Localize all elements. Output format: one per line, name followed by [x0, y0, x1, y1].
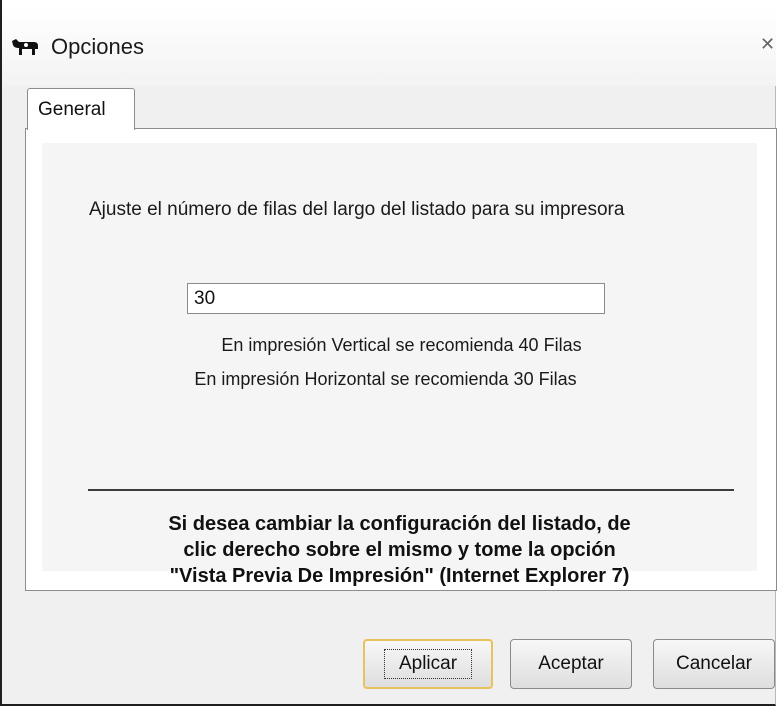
apply-button-label: Aplicar	[383, 649, 473, 679]
print-preview-note: Si desea cambiar la configuración del li…	[42, 511, 757, 589]
divider	[88, 489, 734, 491]
note-line-1: Si desea cambiar la configuración del li…	[168, 513, 631, 535]
cow-icon	[12, 39, 38, 55]
apply-button[interactable]: Aplicar	[363, 639, 493, 689]
cancel-button[interactable]: Cancelar	[653, 639, 775, 689]
close-icon[interactable]: ✕	[760, 34, 775, 55]
tab-general-label: General	[38, 99, 106, 120]
window-title: Opciones	[51, 34, 144, 59]
title-bar[interactable]: Opciones ✕	[2, 0, 776, 86]
hint-vertical: En impresión Vertical se recomienda 40 F…	[221, 335, 582, 355]
note-line-2: clic derecho sobre el mismo y tome la op…	[183, 539, 616, 561]
note-line-3: "Vista Previa De Impresión" (Internet Ex…	[169, 565, 630, 587]
tab-panel: Ajuste el número de filas del largo del …	[25, 128, 777, 591]
hint-horizontal: En impresión Horizontal se recomienda 30…	[194, 369, 577, 389]
instruction-text: Ajuste el número de filas del largo del …	[89, 199, 625, 220]
tab-general[interactable]: General	[27, 88, 135, 130]
ok-button[interactable]: Aceptar	[510, 639, 632, 689]
options-dialog: Opciones ✕ General Ajuste el número de f…	[0, 0, 777, 706]
rows-input[interactable]	[187, 283, 605, 314]
general-group: Ajuste el número de filas del largo del …	[42, 143, 757, 587]
